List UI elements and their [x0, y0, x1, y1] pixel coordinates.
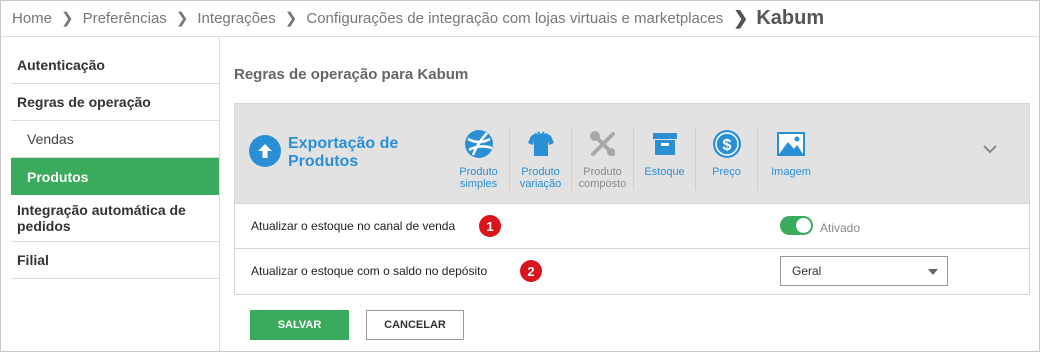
tab-bar: Produto simples Produto variação Produto…	[448, 128, 824, 190]
breadcrumb-integracoes[interactable]: Integrações	[197, 10, 275, 27]
tab-label: Produto composto	[578, 166, 627, 190]
cancel-button[interactable]: CANCELAR	[366, 310, 464, 340]
svg-text:$: $	[722, 137, 731, 154]
chevron-right-icon: ❯	[61, 10, 74, 27]
row-atualizar-estoque-deposito: Atualizar o estoque com o saldo no depós…	[235, 248, 1029, 292]
shirt-icon	[510, 128, 571, 160]
tools-icon	[572, 128, 633, 160]
deposit-select[interactable]: Geral	[780, 256, 948, 286]
tab-label: Imagem	[771, 166, 811, 178]
panel-header: Exportação de Produtos Produto simples P…	[235, 104, 1029, 203]
callout-badge: 1	[479, 215, 501, 237]
callout-badge: 2	[520, 260, 542, 282]
sidebar-item-produtos[interactable]: Produtos	[11, 158, 219, 195]
sidebar: Autenticação Regras de operação Vendas P…	[11, 46, 219, 279]
sidebar-item-autenticacao[interactable]: Autenticação	[11, 46, 219, 84]
header-divider	[1, 36, 1039, 37]
sidebar-item-regras-operacao[interactable]: Regras de operação	[11, 84, 219, 121]
breadcrumb-configuracoes[interactable]: Configurações de integração com lojas vi…	[306, 10, 723, 27]
section-title: Exportação de Produtos	[288, 135, 399, 170]
breadcrumb-home[interactable]: Home	[12, 10, 52, 27]
tab-produto-composto[interactable]: Produto composto	[572, 128, 634, 190]
breadcrumb: Home ❯ Preferências ❯ Integrações ❯ Conf…	[12, 0, 824, 36]
toggle-status-label: Ativado	[820, 221, 861, 235]
chevron-down-icon[interactable]	[981, 140, 999, 158]
tab-label: Preço	[712, 166, 741, 178]
row-atualizar-estoque-canal: Atualizar o estoque no canal de venda 1 …	[235, 203, 1029, 247]
breadcrumb-current: Kabum	[756, 6, 825, 29]
tab-label: Produto simples	[459, 166, 498, 190]
tab-produto-variacao[interactable]: Produto variação	[510, 128, 572, 190]
chevron-right-icon: ❯	[284, 10, 298, 27]
chevron-right-icon: ❯	[175, 10, 189, 27]
save-button[interactable]: SALVAR	[250, 310, 349, 340]
row-label: Atualizar o estoque com o saldo no depós…	[251, 264, 488, 278]
chevron-right-icon: ❯	[733, 7, 749, 28]
image-icon	[758, 128, 824, 160]
box-icon	[634, 128, 695, 160]
tab-preco[interactable]: $ Preço	[696, 128, 758, 190]
toggle-knob	[796, 218, 811, 233]
tab-label: Estoque	[644, 166, 685, 178]
dollar-icon: $	[696, 128, 757, 160]
tab-estoque[interactable]: Estoque	[634, 128, 696, 190]
tab-produto-simples[interactable]: Produto simples	[448, 128, 510, 190]
arrow-up-circle-icon	[249, 135, 281, 167]
sidebar-divider	[219, 37, 220, 351]
tab-imagem[interactable]: Imagem	[758, 128, 824, 190]
export-panel: Exportação de Produtos Produto simples P…	[234, 103, 1030, 295]
tab-label: Produto variação	[519, 166, 562, 190]
caret-down-icon	[928, 269, 938, 275]
sidebar-item-integracao-automatica[interactable]: Integração automática de pedidos	[11, 195, 219, 242]
sidebar-item-vendas[interactable]: Vendas	[11, 121, 219, 158]
stock-sync-toggle[interactable]	[780, 216, 813, 235]
row-label: Atualizar o estoque no canal de venda	[251, 219, 456, 233]
ball-icon	[448, 128, 509, 160]
breadcrumb-preferencias[interactable]: Preferências	[83, 10, 167, 27]
select-value: Geral	[792, 264, 822, 278]
page-title: Regras de operação para Kabum	[234, 66, 469, 83]
sidebar-item-filial[interactable]: Filial	[11, 242, 219, 279]
